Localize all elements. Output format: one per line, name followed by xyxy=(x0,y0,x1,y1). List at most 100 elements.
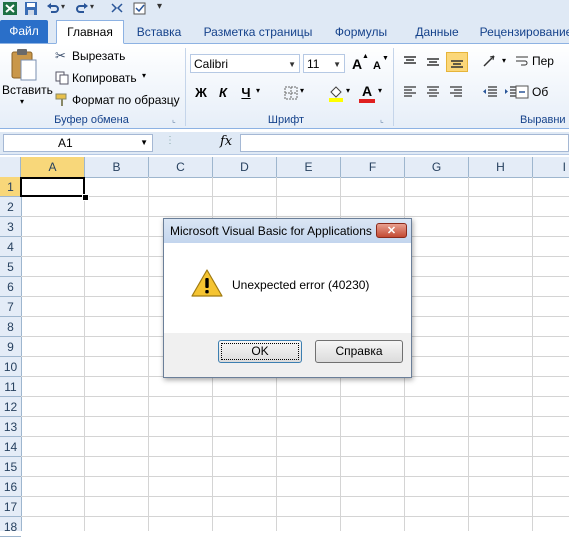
row-header[interactable]: 8 xyxy=(0,317,21,337)
column-header[interactable]: I xyxy=(533,157,569,177)
undo-icon[interactable] xyxy=(46,2,60,15)
row-header[interactable]: 4 xyxy=(0,237,21,257)
fill-color-dropdown-icon[interactable]: ▾ xyxy=(346,86,350,95)
row-header[interactable]: 14 xyxy=(0,437,21,457)
customize-icon[interactable]: ▾ xyxy=(157,1,162,12)
row-header[interactable]: 6 xyxy=(0,277,21,297)
align-right-icon[interactable] xyxy=(449,86,463,98)
warning-icon xyxy=(191,269,223,297)
grow-arrow-icon: ▲ xyxy=(362,53,369,60)
column-header[interactable]: B xyxy=(85,157,149,177)
orientation-icon[interactable] xyxy=(482,54,500,70)
font-color-dropdown-icon[interactable]: ▾ xyxy=(378,86,382,95)
column-header[interactable]: G xyxy=(405,157,469,177)
save-icon[interactable] xyxy=(24,2,38,15)
bold-button[interactable]: Ж xyxy=(193,85,209,101)
wrap-text-icon xyxy=(516,56,528,66)
row-header[interactable]: 2 xyxy=(0,197,21,217)
redo-dropdown-icon[interactable]: ▾ xyxy=(90,2,94,11)
column-header[interactable]: C xyxy=(149,157,213,177)
row-header[interactable]: 18 xyxy=(0,517,21,537)
ok-button[interactable]: OK xyxy=(218,340,302,363)
excel-icon[interactable] xyxy=(3,2,17,15)
row-header[interactable]: 9 xyxy=(0,337,21,357)
row-header[interactable]: 10 xyxy=(0,357,21,377)
borders-dropdown-icon[interactable]: ▾ xyxy=(300,86,304,95)
decrease-indent-icon[interactable] xyxy=(482,86,498,98)
font-color-button[interactable]: A xyxy=(360,83,374,99)
vba-error-dialog: Microsoft Visual Basic for Applications … xyxy=(163,218,412,378)
checkbox-icon[interactable] xyxy=(133,2,147,15)
dialog-title-bar[interactable]: Microsoft Visual Basic for Applications … xyxy=(164,219,411,243)
font-size-combo[interactable]: 11 ▼ xyxy=(303,54,345,73)
redo-icon[interactable] xyxy=(75,2,89,15)
format-painter-button[interactable]: Формат по образцу xyxy=(72,93,180,107)
row-header[interactable]: 16 xyxy=(0,477,21,497)
align-left-icon[interactable] xyxy=(403,86,417,98)
font-name-combo[interactable]: Calibri ▼ xyxy=(190,54,300,73)
column-header[interactable]: D xyxy=(213,157,277,177)
row-header[interactable]: 17 xyxy=(0,497,21,517)
paste-dropdown-icon[interactable]: ▾ xyxy=(20,97,24,106)
row-header[interactable]: 1 xyxy=(0,177,21,197)
paste-button[interactable]: Вставить xyxy=(2,83,53,97)
focus-rect xyxy=(221,343,299,360)
formula-input[interactable] xyxy=(240,134,569,152)
column-header[interactable]: A xyxy=(21,157,85,177)
tab-review[interactable]: Рецензирование xyxy=(478,21,569,43)
column-header[interactable]: F xyxy=(341,157,405,177)
row-header[interactable]: 11 xyxy=(0,377,21,397)
underline-button[interactable]: Ч xyxy=(238,85,254,101)
insert-function-button[interactable]: fx xyxy=(220,134,232,149)
tab-home[interactable]: Главная xyxy=(56,20,124,44)
row-header[interactable]: 5 xyxy=(0,257,21,277)
font-size-value: 11 xyxy=(307,57,320,71)
font-launcher-icon[interactable]: ⌞ xyxy=(380,115,384,124)
row-header[interactable]: 3 xyxy=(0,217,21,237)
dialog-title: Microsoft Visual Basic for Applications xyxy=(170,224,372,238)
dialog-body: Unexpected error (40230) xyxy=(164,243,411,333)
row-header[interactable]: 13 xyxy=(0,417,21,437)
clipboard-launcher-icon[interactable]: ⌞ xyxy=(172,115,176,124)
cut-button[interactable]: Вырезать xyxy=(72,49,125,63)
row-header[interactable]: 12 xyxy=(0,397,21,417)
merge-button[interactable]: Об xyxy=(532,85,548,99)
name-box-value: A1 xyxy=(58,136,73,150)
align-middle-icon[interactable] xyxy=(426,56,440,68)
merge-icon xyxy=(515,85,529,99)
row-header[interactable]: 7 xyxy=(0,297,21,317)
column-header[interactable]: H xyxy=(469,157,533,177)
chevron-down-icon: ▼ xyxy=(333,60,341,69)
copy-button[interactable]: Копировать xyxy=(72,71,137,85)
fill-handle[interactable] xyxy=(82,194,89,201)
align-bottom-button[interactable] xyxy=(446,52,468,72)
select-all-button[interactable] xyxy=(0,157,21,177)
ribbon: Вставить ▾ ✂ Вырезать Копировать ▾ Форма… xyxy=(0,44,569,129)
underline-dropdown-icon[interactable]: ▾ xyxy=(256,86,260,95)
font-name-value: Calibri xyxy=(194,57,229,71)
selected-cell[interactable] xyxy=(20,177,85,197)
chevron-down-icon: ▼ xyxy=(140,138,148,147)
tab-file[interactable]: Файл xyxy=(0,20,48,43)
paste-icon[interactable] xyxy=(10,48,38,82)
name-box[interactable]: A1 ▼ xyxy=(3,134,153,152)
column-header[interactable]: E xyxy=(277,157,341,177)
orientation-dropdown-icon[interactable]: ▾ xyxy=(502,56,506,65)
align-top-icon[interactable] xyxy=(403,56,417,68)
undo-dropdown-icon[interactable]: ▾ xyxy=(61,2,65,11)
tab-page-layout[interactable]: Разметка страницы xyxy=(196,21,320,43)
copy-dropdown-icon[interactable]: ▾ xyxy=(142,71,146,80)
align-center-icon[interactable] xyxy=(426,86,440,98)
alignment-group-label: Выравни xyxy=(520,114,566,126)
close-button[interactable]: ✕ xyxy=(376,223,407,238)
row-header[interactable]: 15 xyxy=(0,457,21,477)
tab-formulas[interactable]: Формулы xyxy=(326,21,396,43)
borders-icon[interactable] xyxy=(284,86,298,100)
wrap-text-button[interactable]: Пер xyxy=(532,54,554,68)
tab-insert[interactable]: Вставка xyxy=(126,21,192,43)
fill-color-icon[interactable] xyxy=(328,84,344,102)
italic-button[interactable]: К xyxy=(215,85,231,101)
tab-data[interactable]: Данные xyxy=(402,21,472,43)
macro-icon[interactable] xyxy=(110,2,124,15)
help-button[interactable]: Справка xyxy=(315,340,403,363)
